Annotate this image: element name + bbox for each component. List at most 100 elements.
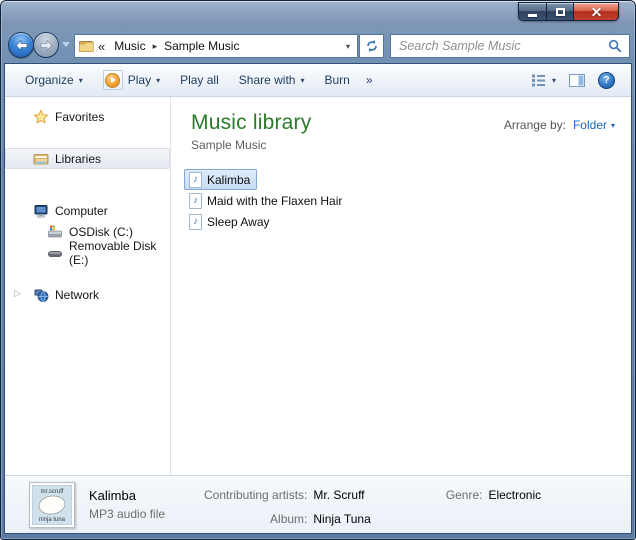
sidebar-item-removable-disk-e[interactable]: Removable Disk (E:) — [5, 242, 170, 263]
chevron-down-icon: ▾ — [156, 76, 160, 85]
removable-disk-icon — [47, 245, 63, 261]
refresh-button[interactable] — [359, 34, 384, 58]
field-value: Ninja Tuna — [313, 510, 370, 534]
album-art-thumbnail: mr.scruff ninja tuna — [29, 482, 75, 528]
play-button[interactable]: Play ▾ — [93, 66, 170, 94]
field-label: Album: — [204, 510, 307, 534]
chevron-down-icon: ▾ — [79, 76, 83, 85]
explorer-window: « Music ▸ Sample Music ▾ Organize ▾ — [0, 0, 636, 540]
play-all-label: Play all — [180, 73, 219, 87]
minimize-button[interactable] — [518, 2, 547, 21]
maximize-button[interactable] — [547, 2, 574, 21]
preview-pane-button[interactable] — [567, 70, 587, 91]
computer-icon — [33, 203, 49, 219]
organize-button[interactable]: Organize ▾ — [15, 69, 93, 91]
libraries-folder-icon — [33, 151, 49, 167]
details-metadata: Contributing artists: Mr. Scruff Album: … — [204, 476, 371, 533]
change-view-button[interactable]: ▾ — [529, 70, 558, 91]
share-with-label: Share with — [239, 73, 296, 87]
details-file-type: MP3 audio file — [89, 505, 204, 524]
toolbar-overflow-chevron[interactable]: » — [360, 69, 379, 91]
file-item-maid-with-the-flaxen-hair[interactable]: ♪ Maid with the Flaxen Hair — [184, 190, 349, 211]
field-label: Contributing artists: — [204, 486, 307, 510]
preview-pane-icon — [569, 74, 585, 87]
audio-file-icon: ♪ — [189, 214, 202, 230]
play-all-button[interactable]: Play all — [170, 69, 229, 91]
field-label: Genre: — [446, 486, 483, 505]
arrange-by-label: Arrange by: — [504, 118, 566, 132]
network-icon — [33, 287, 49, 303]
help-icon: ? — [598, 72, 615, 89]
breadcrumb-overflow-chevron[interactable]: « — [94, 39, 109, 54]
sidebar-item-label: OSDisk (C:) — [69, 225, 133, 239]
sidebar-item-computer[interactable]: Computer — [5, 200, 170, 221]
play-label: Play — [128, 73, 151, 87]
field-value: Electronic — [488, 486, 541, 505]
search-box — [390, 34, 630, 58]
svg-text:mr.scruff: mr.scruff — [41, 489, 64, 495]
address-dropdown-arrow[interactable]: ▾ — [339, 35, 357, 57]
search-icon — [604, 39, 629, 53]
svg-text:ninja tuna: ninja tuna — [39, 517, 66, 523]
file-name: Sleep Away — [207, 215, 270, 229]
sidebar-item-libraries[interactable]: Libraries — [5, 148, 170, 169]
caption-buttons — [518, 2, 619, 21]
help-button[interactable]: ? — [596, 68, 617, 93]
hard-disk-icon — [47, 224, 63, 240]
details-file-title: Kalimba — [89, 486, 204, 505]
recent-pages-dropdown[interactable] — [62, 42, 70, 47]
content-area: Favorites Libraries — [5, 97, 631, 475]
breadcrumb-separator-icon[interactable]: ▸ — [151, 41, 160, 52]
forward-arrow-icon — [40, 40, 53, 51]
file-name: Kalimba — [207, 173, 250, 187]
maximize-icon — [556, 8, 565, 16]
sidebar-item-label: Computer — [55, 204, 108, 218]
file-list: ♪ Kalimba ♪ Maid with the Flaxen Hair ♪ … — [184, 169, 631, 232]
arrange-by-control: Arrange by: Folder ▾ — [504, 118, 615, 132]
sidebar-item-label: Libraries — [55, 152, 101, 166]
back-button[interactable] — [8, 32, 34, 58]
burn-label: Burn — [324, 73, 349, 87]
breadcrumb-item-music[interactable]: Music — [109, 39, 150, 53]
share-with-button[interactable]: Share with ▾ — [229, 69, 315, 91]
play-icon — [103, 70, 123, 90]
file-item-kalimba[interactable]: ♪ Kalimba — [184, 169, 257, 190]
folder-icon — [79, 40, 94, 52]
forward-button[interactable] — [33, 32, 59, 58]
back-arrow-icon — [15, 40, 28, 51]
audio-file-icon: ♪ — [189, 193, 202, 209]
expander-icon[interactable]: ▷ — [14, 288, 21, 299]
command-toolbar: Organize ▾ Play ▾ Play all Share with ▾ … — [5, 64, 631, 97]
minimize-icon — [528, 14, 537, 17]
refresh-icon — [365, 39, 379, 53]
close-icon — [591, 6, 602, 17]
arrange-by-value[interactable]: Folder ▾ — [573, 118, 615, 132]
sidebar-item-label: Favorites — [55, 110, 104, 124]
file-item-sleep-away[interactable]: ♪ Sleep Away — [184, 211, 277, 232]
address-bar[interactable]: « Music ▸ Sample Music ▾ — [74, 34, 358, 58]
chevron-down-icon: ▾ — [552, 76, 556, 85]
library-subtitle: Sample Music — [191, 138, 631, 152]
search-input[interactable] — [391, 39, 604, 53]
field-value: Mr. Scruff — [313, 486, 370, 510]
file-name: Maid with the Flaxen Hair — [207, 194, 342, 208]
client-area: Organize ▾ Play ▾ Play all Share with ▾ … — [4, 63, 632, 534]
toolbar-right-icons: ▾ ? — [529, 68, 621, 93]
close-button[interactable] — [574, 2, 619, 21]
organize-label: Organize — [25, 73, 74, 87]
sidebar-item-label: Network — [55, 288, 99, 302]
burn-button[interactable]: Burn — [314, 69, 359, 91]
star-icon — [33, 109, 49, 125]
chevron-down-icon: ▾ — [611, 121, 615, 130]
views-icon — [531, 74, 546, 87]
sidebar-item-label: Removable Disk (E:) — [69, 239, 169, 267]
sidebar-item-network[interactable]: ▷ Network — [5, 284, 170, 305]
details-genre: Genre: Electronic — [446, 476, 541, 533]
file-list-pane: Music library Sample Music Arrange by: F… — [171, 97, 631, 475]
sidebar-item-favorites[interactable]: Favorites — [5, 106, 170, 127]
details-file-summary: Kalimba MP3 audio file — [89, 476, 204, 533]
chevron-down-icon: ▾ — [300, 76, 304, 85]
breadcrumb-item-sample-music[interactable]: Sample Music — [159, 39, 244, 53]
details-pane: mr.scruff ninja tuna Kalimba MP3 audio f… — [5, 475, 631, 533]
audio-file-icon: ♪ — [189, 172, 202, 188]
